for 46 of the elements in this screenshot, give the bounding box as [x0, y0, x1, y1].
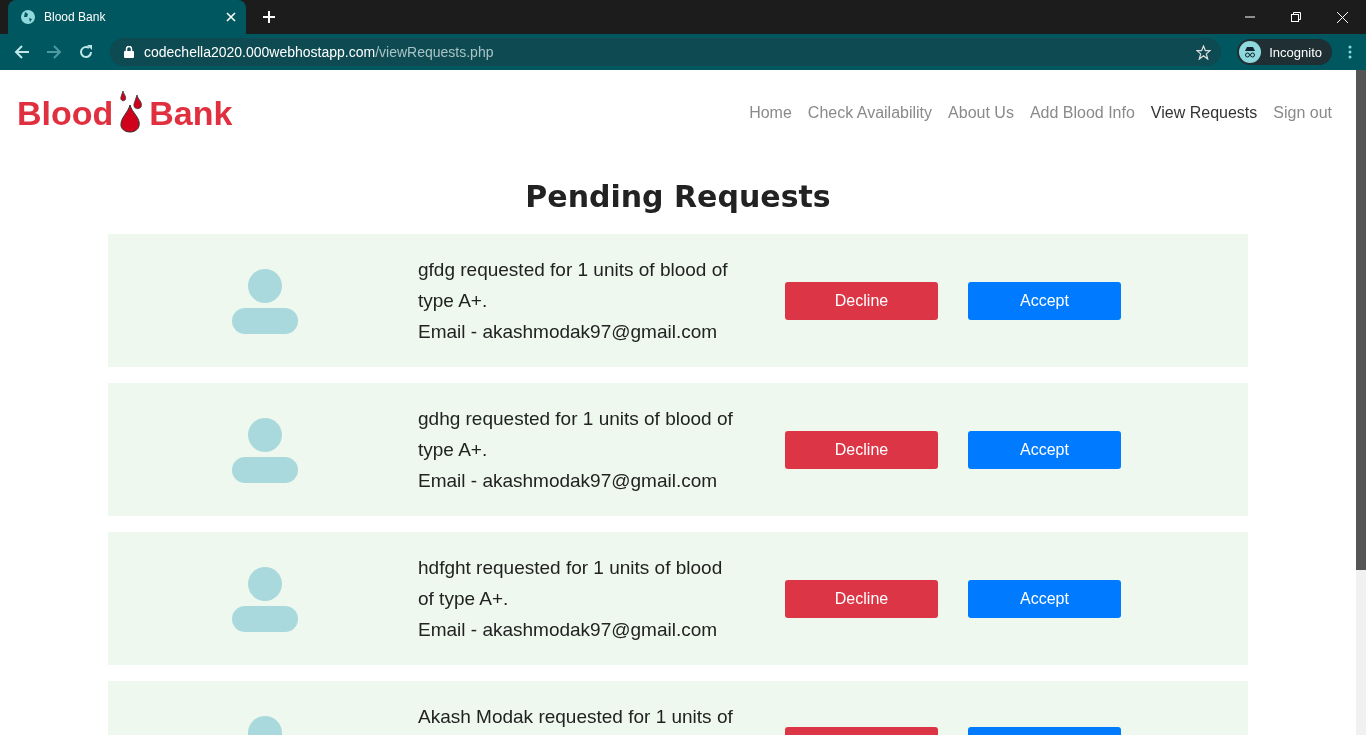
globe-icon: [20, 9, 36, 25]
request-text: Email - akashmodak97@gmail.com: [418, 618, 718, 642]
accept-button[interactable]: Accept: [968, 281, 1121, 320]
tab-title: Blood Bank: [44, 10, 107, 24]
avatar-icon: [232, 416, 298, 483]
avatar-icon: [232, 565, 298, 632]
url-text: codechella2020.000webhostapp.com/viewRequests.php: [144, 44, 494, 60]
nav-link[interactable]: Sign out: [1273, 104, 1332, 122]
request-text: of type A+.: [418, 587, 509, 611]
scrollbar[interactable]: [1356, 70, 1366, 735]
brand-text[interactable]: Blood: [17, 93, 114, 133]
decline-button[interactable]: Decline: [785, 579, 938, 618]
accept-button[interactable]: Accept: [968, 430, 1121, 469]
request-text: gdhg requested for 1 units of blood of: [418, 407, 733, 431]
request-text: Akash Modak requested for 1 units of: [418, 705, 733, 729]
request-text: gfdg requested for 1 units of blood of: [418, 258, 728, 282]
profile-chip[interactable]: Incognito: [1237, 39, 1332, 65]
request-text: Email - akashmodak97@gmail.com: [418, 320, 718, 344]
lock-icon: [124, 46, 134, 58]
request-text: type A+.: [418, 438, 488, 462]
restore-icon[interactable]: [1291, 11, 1301, 22]
plus-icon[interactable]: [262, 10, 276, 24]
back-arrow-icon[interactable]: [14, 44, 30, 60]
decline-button[interactable]: Decline: [785, 281, 938, 320]
menu-icon[interactable]: [1348, 45, 1352, 59]
reload-icon[interactable]: [78, 44, 94, 60]
address-bar[interactable]: codechella2020.000webhostapp.com/viewRequests.php: [110, 38, 1222, 66]
request-text: Email - akashmodak97@gmail.com: [418, 469, 718, 493]
close-icon[interactable]: [1337, 11, 1348, 23]
browser-tab[interactable]: Blood Bank: [8, 0, 246, 34]
nav-link[interactable]: About Us: [948, 104, 1014, 122]
nav-link[interactable]: Home: [749, 104, 792, 122]
forward-arrow-icon[interactable]: [46, 44, 62, 60]
request-text: hdfght requested for 1 units of blood: [418, 556, 723, 580]
avatar-icon: [232, 267, 298, 334]
brand-text[interactable]: Bank: [149, 93, 233, 133]
nav-link[interactable]: Add Blood Info: [1029, 104, 1135, 122]
nav-link[interactable]: View Requests: [1150, 104, 1258, 122]
nav-link[interactable]: Check Availability: [807, 104, 933, 122]
incognito-icon: [1239, 41, 1262, 63]
star-icon[interactable]: [1196, 44, 1212, 60]
close-icon[interactable]: [226, 12, 236, 22]
request-text: type A+.: [418, 289, 488, 313]
decline-button[interactable]: Decline: [785, 430, 938, 469]
accept-button[interactable]: Accept: [968, 579, 1121, 618]
page-heading: Pending Requests: [524, 179, 832, 214]
